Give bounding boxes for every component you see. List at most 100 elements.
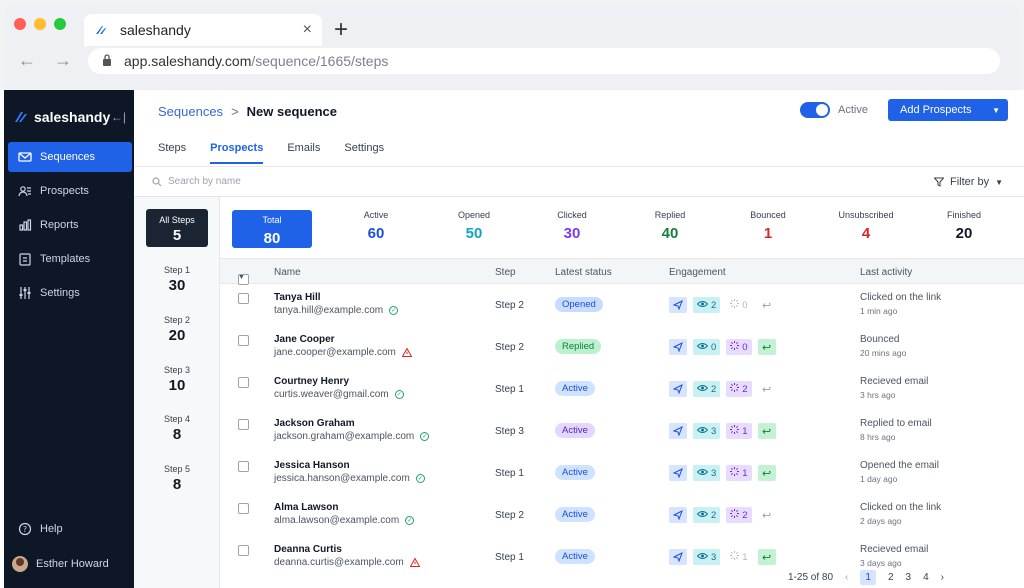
stat-bounced[interactable]: Bounced 1 [728, 210, 808, 242]
prospect-name[interactable]: Jackson Graham [274, 418, 355, 429]
stat-unsubscribed[interactable]: Unsubscribed 4 [826, 210, 906, 242]
lock-icon [103, 54, 111, 66]
col-activity[interactable]: Last activity [860, 267, 912, 278]
maximize-window-button[interactable] [54, 18, 66, 30]
sidebar-item-templates[interactable]: Templates [8, 244, 132, 274]
page-1[interactable]: 1 [860, 570, 876, 585]
prev-page-icon[interactable]: ‹ [845, 572, 848, 583]
status-badge: Active [555, 507, 595, 522]
page-4[interactable]: 4 [923, 572, 929, 583]
table-row[interactable]: Jane Cooper jane.cooper@example.com Step 2… [220, 327, 1024, 369]
step-label: Step 5 [163, 464, 191, 474]
send-icon [669, 297, 687, 313]
stat-finished[interactable]: Finished 20 [924, 210, 1004, 242]
prospect-name[interactable]: Alma Lawson [274, 502, 338, 513]
col-engagement[interactable]: Engagement [669, 267, 726, 278]
prospect-name[interactable]: Jessica Hanson [274, 460, 350, 471]
address-bar[interactable]: app.saleshandy.com/sequence/1665/steps [88, 48, 1000, 74]
next-page-icon[interactable]: › [941, 572, 944, 583]
prospect-step: Step 1 [495, 384, 524, 395]
user-profile[interactable]: Esther Howard [12, 556, 109, 572]
step-filter-all[interactable]: All Steps 5 [146, 209, 208, 247]
active-toggle[interactable] [800, 102, 830, 118]
close-window-button[interactable] [14, 18, 26, 30]
user-name: Esther Howard [36, 558, 109, 570]
opens-count: 2 [711, 383, 717, 395]
table-row[interactable]: Alma Lawson alma.lawson@example.com ✓ Step … [220, 495, 1024, 537]
stat-replied[interactable]: Replied 40 [630, 210, 710, 242]
tab-prospects[interactable]: Prospects [210, 142, 264, 164]
stat-active[interactable]: Active 60 [336, 210, 416, 242]
chevron-down-icon[interactable]: ▼ [238, 274, 245, 281]
step-filter-4[interactable]: Step 4 8 [146, 408, 208, 446]
filter-button[interactable]: Filter by ▼ [934, 176, 1003, 188]
table-row[interactable]: Tanya Hill tanya.hill@example.com ✓ Step 2 O… [220, 285, 1024, 327]
tab-emails[interactable]: Emails [287, 142, 320, 164]
status-badge: Active [555, 423, 595, 438]
prospect-email: deanna.curtis@example.com [274, 557, 404, 568]
sidebar-item-sequences[interactable]: Sequences [8, 142, 132, 172]
warning-icon [409, 558, 420, 567]
close-tab-icon[interactable]: × [303, 21, 312, 39]
step-count: 8 [172, 426, 182, 443]
prospect-name[interactable]: Jane Cooper [274, 334, 335, 345]
row-checkbox[interactable] [238, 503, 249, 514]
search-input[interactable]: Search by name [168, 176, 241, 187]
stat-label: Active [363, 210, 389, 220]
clicks-count: 1 [742, 551, 748, 563]
forward-arrow-icon[interactable]: → [54, 50, 72, 71]
prospect-name[interactable]: Courtney Henry [274, 376, 349, 387]
row-checkbox[interactable] [238, 293, 249, 304]
reply-icon: ↩ [757, 465, 776, 481]
sidebar-item-settings[interactable]: Settings [8, 278, 132, 308]
url-path: /sequence/1665/steps [251, 53, 389, 69]
sidebar-item-help[interactable]: ? Help [8, 514, 132, 544]
steps-filter-column: All Steps 5 Step 1 30 Step 2 20 Step 3 1… [134, 197, 220, 588]
prospect-name[interactable]: Tanya Hill [274, 292, 321, 303]
breadcrumb-sequences-link[interactable]: Sequences [158, 104, 223, 119]
table-row[interactable]: Jackson Graham jackson.graham@example.com… [220, 411, 1024, 453]
page-2[interactable]: 2 [888, 572, 894, 583]
browser-tab[interactable]: saleshandy × [84, 14, 322, 46]
row-checkbox[interactable] [238, 377, 249, 388]
stat-opened[interactable]: Opened 50 [434, 210, 514, 242]
prospect-step: Step 1 [495, 468, 524, 479]
row-checkbox[interactable] [238, 419, 249, 430]
col-status[interactable]: Latest status [555, 267, 612, 278]
row-checkbox[interactable] [238, 461, 249, 472]
table-row[interactable]: Jessica Hanson jessica.hanson@example.com… [220, 453, 1024, 495]
prospect-name[interactable]: Deanna Curtis [274, 544, 342, 555]
col-name[interactable]: Name [274, 267, 301, 278]
step-filter-5[interactable]: Step 5 8 [146, 458, 208, 496]
table-row[interactable]: Courtney Henry curtis.weaver@gmail.com ✓ St… [220, 369, 1024, 411]
stat-total[interactable]: Total 80 [232, 210, 312, 248]
page-3[interactable]: 3 [906, 572, 912, 583]
stat-label: Bounced [750, 210, 786, 220]
search-bar[interactable]: Search by name [152, 176, 241, 187]
tab-settings[interactable]: Settings [344, 142, 384, 164]
step-filter-2[interactable]: Step 2 20 [146, 309, 208, 347]
add-prospects-button[interactable]: Add Prospects ▼ [888, 99, 1008, 121]
prospect-email: jane.cooper@example.com [274, 347, 396, 358]
sidebar-item-reports[interactable]: Reports [8, 210, 132, 240]
send-icon [669, 423, 687, 439]
pagination: 1-25 of 80 ‹ 1 2 3 4 › [788, 570, 944, 585]
row-checkbox[interactable] [238, 335, 249, 346]
opens-badge: 0 [693, 339, 721, 355]
stat-clicked[interactable]: Clicked 30 [532, 210, 612, 242]
step-filter-3[interactable]: Step 3 10 [146, 359, 208, 397]
col-step[interactable]: Step [495, 267, 516, 278]
step-filter-1[interactable]: Step 1 30 [146, 259, 208, 297]
back-arrow-icon[interactable]: ← [18, 50, 36, 71]
tab-steps[interactable]: Steps [158, 142, 186, 164]
new-tab-button[interactable]: + [334, 16, 348, 44]
minimize-window-button[interactable] [34, 18, 46, 30]
brand: saleshandy ←| [4, 90, 134, 130]
reply-icon: ↩ [757, 339, 776, 355]
row-checkbox[interactable] [238, 545, 249, 556]
sidebar-item-label: Help [40, 523, 63, 535]
sidebar-item-prospects[interactable]: Prospects [8, 176, 132, 206]
chevron-down-icon[interactable]: ▼ [992, 106, 1000, 115]
collapse-sidebar-icon[interactable]: ←| [111, 110, 126, 124]
verified-icon: ✓ [415, 474, 425, 483]
